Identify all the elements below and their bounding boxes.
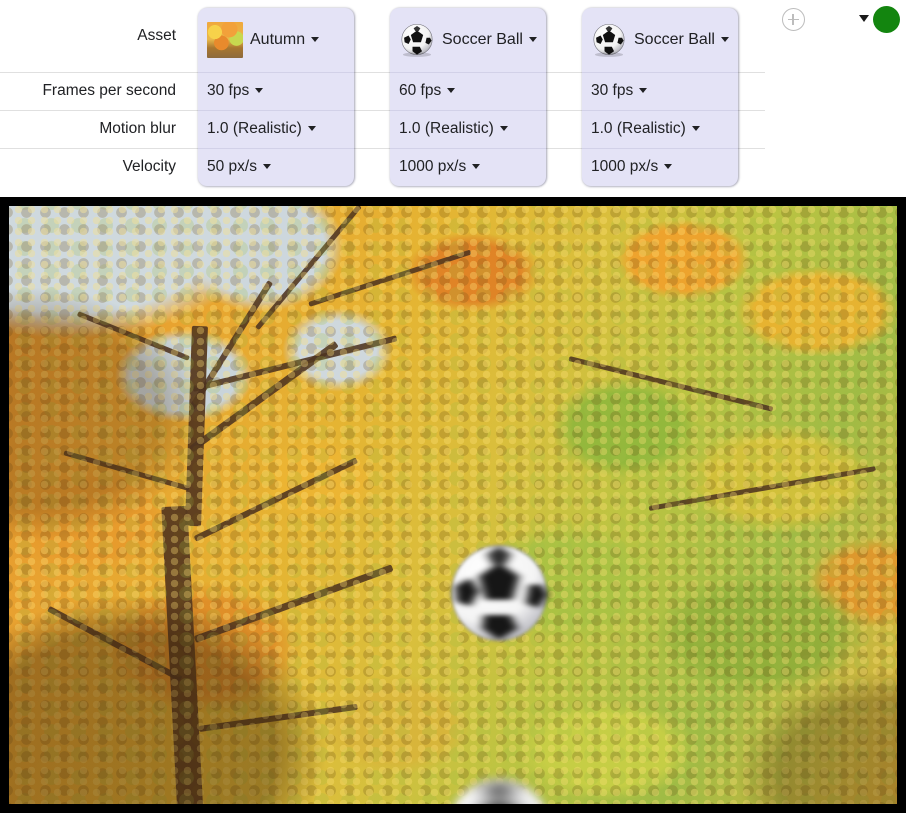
- motion-blur-value: 1.0 (Realistic): [399, 120, 494, 137]
- velocity-selector-2[interactable]: 1000 px/s: [582, 148, 738, 186]
- motion-blur-selector-2[interactable]: 1.0 (Realistic): [582, 110, 738, 148]
- row-label-asset: Asset: [137, 27, 176, 44]
- motion-blur-value: 1.0 (Realistic): [591, 120, 686, 137]
- velocity-value: 1000 px/s: [591, 158, 659, 175]
- motion-blur-selector-1[interactable]: 1.0 (Realistic): [390, 110, 546, 148]
- motion-blur-selector-0[interactable]: 1.0 (Realistic): [198, 110, 354, 148]
- asset-name-label: Autumn: [250, 31, 306, 48]
- soccer-ball-icon: [399, 22, 435, 58]
- fps-selector-0[interactable]: 30 fps: [198, 72, 354, 110]
- soccer-ball-slow[interactable]: [445, 539, 553, 647]
- asset-parameter-panel: Asset Frames per second Motion blur Velo…: [0, 0, 910, 194]
- chevron-down-icon[interactable]: [447, 88, 456, 93]
- row-label-frames-per-second: Frames per second: [42, 82, 176, 99]
- asset-column-0[interactable]: Autumn 30 fps 1.0 (Realistic) 50 px/s: [198, 8, 354, 186]
- chevron-down-icon[interactable]: [859, 15, 869, 22]
- chevron-down-icon[interactable]: [499, 126, 508, 131]
- asset-selector-1[interactable]: Soccer Ball: [390, 8, 546, 72]
- asset-selector-2[interactable]: Soccer Ball: [582, 8, 738, 72]
- chevron-down-icon[interactable]: [262, 164, 271, 169]
- motion-blur-value: 1.0 (Realistic): [207, 120, 302, 137]
- chevron-down-icon[interactable]: [639, 88, 648, 93]
- asset-name-label: Soccer Ball: [442, 31, 523, 48]
- green-status-dot[interactable]: [873, 6, 900, 33]
- asset-column-2[interactable]: Soccer Ball 30 fps 1.0 (Realistic) 1000 …: [582, 8, 738, 186]
- fps-value: 30 fps: [591, 82, 634, 99]
- asset-selector-0[interactable]: Autumn: [198, 8, 354, 72]
- chevron-down-icon[interactable]: [691, 126, 700, 131]
- row-label-velocity: Velocity: [122, 158, 176, 175]
- autumn-thumbnail-icon: [207, 22, 243, 58]
- velocity-value: 50 px/s: [207, 158, 257, 175]
- chevron-down-icon[interactable]: [664, 164, 673, 169]
- soccer-ball-fast[interactable]: [441, 772, 557, 804]
- soccer-ball-icon: [591, 22, 627, 58]
- chevron-down-icon[interactable]: [528, 37, 537, 42]
- chevron-down-icon[interactable]: [307, 126, 316, 131]
- asset-column-1[interactable]: Soccer Ball 60 fps 1.0 (Realistic) 1000 …: [390, 8, 546, 186]
- preview-stage[interactable]: [0, 197, 906, 813]
- chevron-down-icon[interactable]: [311, 37, 320, 42]
- chevron-down-icon[interactable]: [472, 164, 481, 169]
- chevron-down-icon[interactable]: [255, 88, 264, 93]
- fps-value: 30 fps: [207, 82, 250, 99]
- foliage-shadow-layer: [9, 206, 897, 804]
- row-label-motion-blur: Motion blur: [99, 120, 176, 137]
- velocity-selector-1[interactable]: 1000 px/s: [390, 148, 546, 186]
- asset-name-label: Soccer Ball: [634, 31, 715, 48]
- velocity-selector-0[interactable]: 50 px/s: [198, 148, 354, 186]
- plus-circle-icon[interactable]: [782, 8, 805, 31]
- velocity-value: 1000 px/s: [399, 158, 467, 175]
- fps-selector-2[interactable]: 30 fps: [582, 72, 738, 110]
- fps-value: 60 fps: [399, 82, 442, 99]
- autumn-background-image: [9, 206, 897, 804]
- fps-selector-1[interactable]: 60 fps: [390, 72, 546, 110]
- chevron-down-icon[interactable]: [720, 37, 729, 42]
